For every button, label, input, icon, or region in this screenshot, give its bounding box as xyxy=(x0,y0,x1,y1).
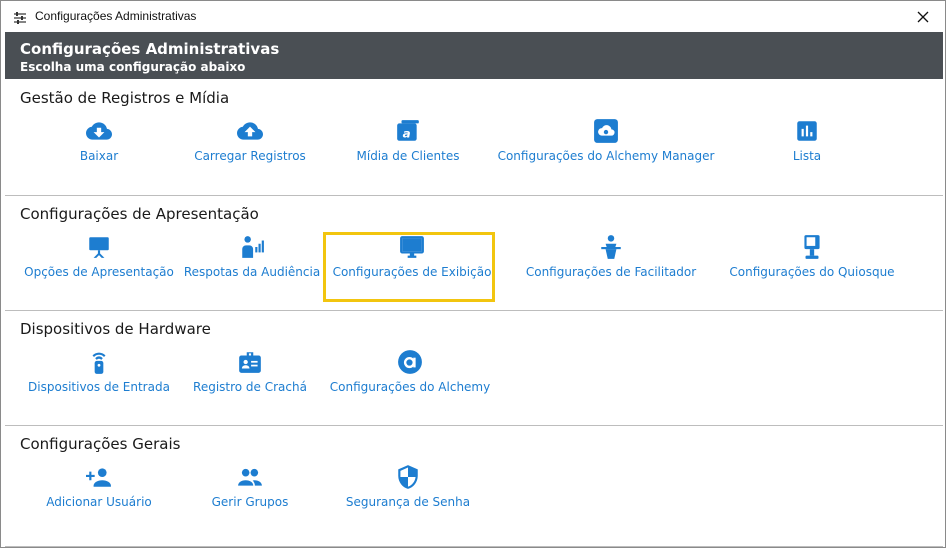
badge-icon xyxy=(236,348,264,376)
item-label: Baixar xyxy=(79,149,119,163)
cloud-settings-icon xyxy=(592,117,620,145)
monitor-icon xyxy=(398,233,426,261)
section-title: Gestão de Registros e Mídia xyxy=(20,89,230,107)
bar-chart-icon xyxy=(793,117,821,145)
item-label: Carregar Registros xyxy=(194,149,306,163)
input-devices-button[interactable]: Dispositivos de Entrada xyxy=(25,348,173,402)
svg-text:a: a xyxy=(403,127,411,141)
window-title: Configurações Administrativas xyxy=(35,9,197,23)
list-button[interactable]: Lista xyxy=(775,117,839,171)
item-label: Dispositivos de Entrada xyxy=(28,380,170,394)
item-label: Opções de Apresentação xyxy=(24,265,174,279)
section-title: Dispositivos de Hardware xyxy=(20,320,211,338)
page-title: Configurações Administrativas xyxy=(20,40,280,58)
item-label: Adicionar Usuário xyxy=(46,495,152,509)
section-general: Configurações Gerais Adicionar Usuário G… xyxy=(5,427,943,547)
item-label: Configurações de Exibição xyxy=(332,265,492,279)
manage-groups-button[interactable]: Gerir Grupos xyxy=(201,463,299,517)
media-icon: a xyxy=(394,117,422,145)
badge-registration-button[interactable]: Registro de Crachá xyxy=(189,348,311,402)
download-button[interactable]: Baixar xyxy=(49,117,149,171)
shield-icon xyxy=(394,463,422,491)
audience-icon xyxy=(238,233,266,261)
item-label: Configurações do Alchemy xyxy=(329,380,491,394)
section-presentation: Configurações de Apresentação Opções de … xyxy=(5,197,943,311)
item-label: Registro de Crachá xyxy=(193,380,307,394)
close-button[interactable] xyxy=(908,4,938,30)
admin-settings-window: Configurações Administrativas Configuraç… xyxy=(0,0,946,548)
alchemy-manager-settings-button[interactable]: Configurações do Alchemy Manager xyxy=(497,117,715,171)
add-user-button[interactable]: Adicionar Usuário xyxy=(41,463,157,517)
alchemy-settings-button[interactable]: Configurações do Alchemy xyxy=(325,348,495,402)
item-label: Respotas da Audiência xyxy=(183,265,321,279)
item-label: Segurança de Senha xyxy=(345,495,471,509)
settings-sliders-icon xyxy=(14,12,26,24)
cloud-upload-icon xyxy=(236,117,264,145)
presentation-icon xyxy=(85,233,113,261)
presentation-options-button[interactable]: Opções de Apresentação xyxy=(23,233,175,287)
section-hardware: Dispositivos de Hardware Dispositivos de… xyxy=(5,312,943,426)
add-user-icon xyxy=(85,463,113,491)
facilitator-settings-button[interactable]: Configurações de Facilitador xyxy=(521,233,701,287)
section-title: Configurações Gerais xyxy=(20,435,181,453)
kiosk-settings-button[interactable]: Configurações do Quiosque xyxy=(723,233,901,287)
title-bar: Configurações Administrativas xyxy=(2,2,944,32)
group-icon xyxy=(236,463,264,491)
item-label: Configurações do Quiosque xyxy=(729,265,895,279)
remote-icon xyxy=(85,348,113,376)
section-title: Configurações de Apresentação xyxy=(20,205,259,223)
item-label: Gerir Grupos xyxy=(211,495,289,509)
page-header: Configurações Administrativas Escolha um… xyxy=(5,32,943,79)
client-media-button[interactable]: a Mídia de Clientes xyxy=(353,117,463,171)
item-label: Lista xyxy=(792,149,822,163)
kiosk-icon xyxy=(798,233,826,261)
display-settings-button[interactable]: Configurações de Exibição xyxy=(329,233,495,287)
page-subtitle: Escolha uma configuração abaixo xyxy=(20,60,246,74)
audience-responses-button[interactable]: Respotas da Audiência xyxy=(181,233,323,287)
alchemy-icon xyxy=(396,348,424,376)
cloud-download-icon xyxy=(85,117,113,145)
item-label: Mídia de Clientes xyxy=(356,149,460,163)
item-label: Configurações do Alchemy Manager xyxy=(497,149,715,163)
facilitator-icon xyxy=(597,233,625,261)
section-records-media: Gestão de Registros e Mídia Baixar Carre… xyxy=(5,81,943,196)
item-label: Configurações de Facilitador xyxy=(525,265,697,279)
password-security-button[interactable]: Segurança de Senha xyxy=(345,463,471,517)
close-icon xyxy=(917,11,929,23)
upload-records-button[interactable]: Carregar Registros xyxy=(191,117,309,171)
